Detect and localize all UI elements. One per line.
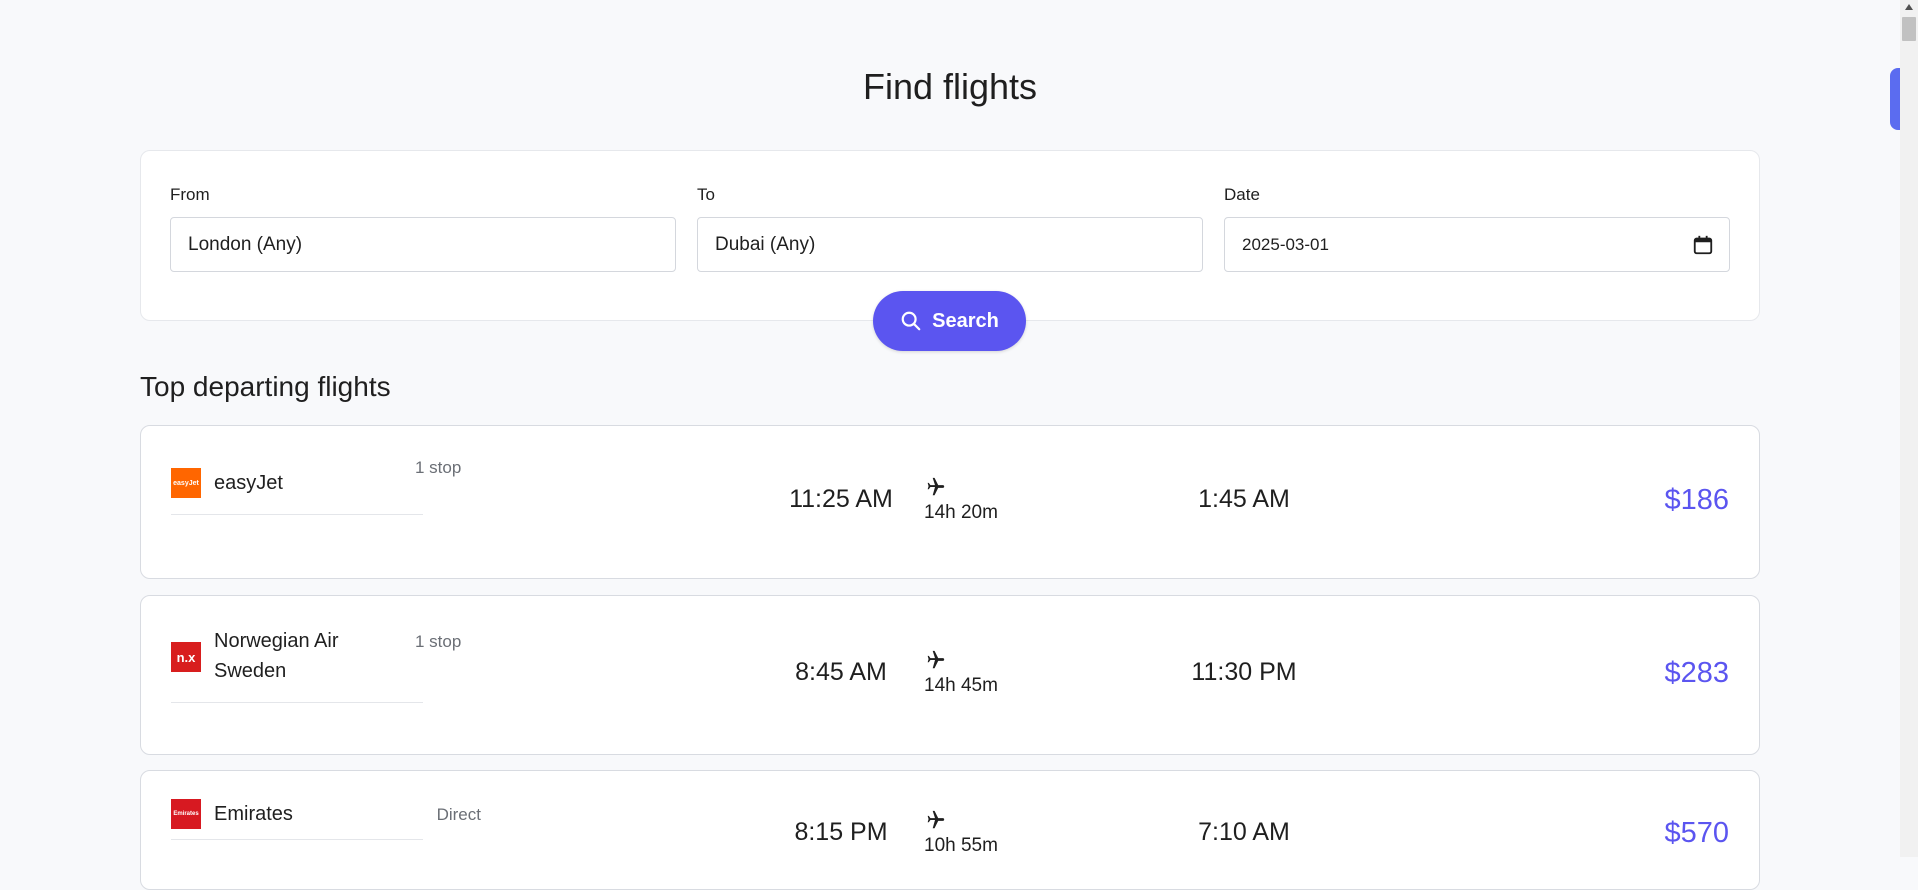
departure-time: 8:15 PM xyxy=(794,818,888,846)
date-label: Date xyxy=(1224,185,1260,204)
stops-label: 1 stop xyxy=(415,632,462,651)
side-panel-tab[interactable] xyxy=(1890,68,1900,130)
date-input[interactable] xyxy=(1240,233,1692,256)
arrival-time: 7:10 AM xyxy=(1198,818,1290,846)
duration-block: 14h 20m xyxy=(924,476,1044,524)
airline-info: Emirates Emirates Direct xyxy=(171,799,481,840)
norwegian-logo: n.x xyxy=(171,642,201,672)
flight-price: $283 xyxy=(1664,657,1729,689)
flight-duration: 14h 45m xyxy=(924,675,998,696)
stops-label: Direct xyxy=(436,805,481,824)
calendar-icon[interactable] xyxy=(1692,234,1714,256)
airline-name: easyJet xyxy=(214,472,283,494)
scroll-up-arrow-icon[interactable] xyxy=(1905,4,1913,10)
flight-search-page: Find flights From To Date Search Top dep… xyxy=(0,0,1900,890)
airline-info: easyJet easyJet 1 stop xyxy=(171,454,461,515)
results-title: Top departing flights xyxy=(140,371,391,402)
departure-time: 11:25 AM xyxy=(789,485,893,513)
easyjet-logo: easyJet xyxy=(171,468,201,498)
search-button[interactable]: Search xyxy=(873,291,1026,351)
arrival-time: 1:45 AM xyxy=(1198,485,1290,513)
flight-price: $186 xyxy=(1664,484,1729,516)
departure-time: 8:45 AM xyxy=(795,658,887,686)
stops-label: 1 stop xyxy=(415,458,462,477)
from-field[interactable] xyxy=(170,217,676,272)
airplane-icon xyxy=(927,650,945,669)
flight-price: $570 xyxy=(1664,817,1729,849)
to-label: To xyxy=(697,185,715,204)
flight-duration: 10h 55m xyxy=(924,835,998,856)
to-field[interactable] xyxy=(697,217,1203,272)
airplane-icon xyxy=(927,810,945,829)
flight-card[interactable]: n.x Norwegian Air Sweden 1 stop 8:45 AM … xyxy=(140,595,1760,755)
emirates-logo: Emirates xyxy=(171,799,201,829)
from-input[interactable] xyxy=(186,232,660,257)
search-icon xyxy=(900,310,922,332)
flight-card[interactable]: easyJet easyJet 1 stop 11:25 AM 14h 20m … xyxy=(140,425,1760,579)
flight-duration: 14h 20m xyxy=(924,502,998,523)
scroll-thumb[interactable] xyxy=(1902,17,1916,41)
to-input[interactable] xyxy=(713,232,1187,257)
flight-card[interactable]: Emirates Emirates Direct 8:15 PM 10h 55m… xyxy=(140,770,1760,890)
logo-text: Emirates xyxy=(173,811,199,817)
airline-info: n.x Norwegian Air Sweden 1 stop xyxy=(171,626,461,703)
airplane-icon xyxy=(927,477,945,496)
date-field[interactable] xyxy=(1224,217,1730,272)
page-title: Find flights xyxy=(862,66,1038,107)
from-label: From xyxy=(170,185,210,204)
logo-text: easyJet xyxy=(173,479,199,487)
airline-name: Emirates xyxy=(214,803,293,825)
logo-text: n.x xyxy=(176,649,196,665)
duration-block: 14h 45m xyxy=(924,649,1044,697)
duration-block: 10h 55m xyxy=(924,809,1044,857)
airline-name: Norwegian Air Sweden xyxy=(214,630,339,682)
search-button-label: Search xyxy=(932,309,999,332)
vertical-scrollbar[interactable] xyxy=(1900,0,1918,857)
arrival-time: 11:30 PM xyxy=(1191,658,1297,686)
